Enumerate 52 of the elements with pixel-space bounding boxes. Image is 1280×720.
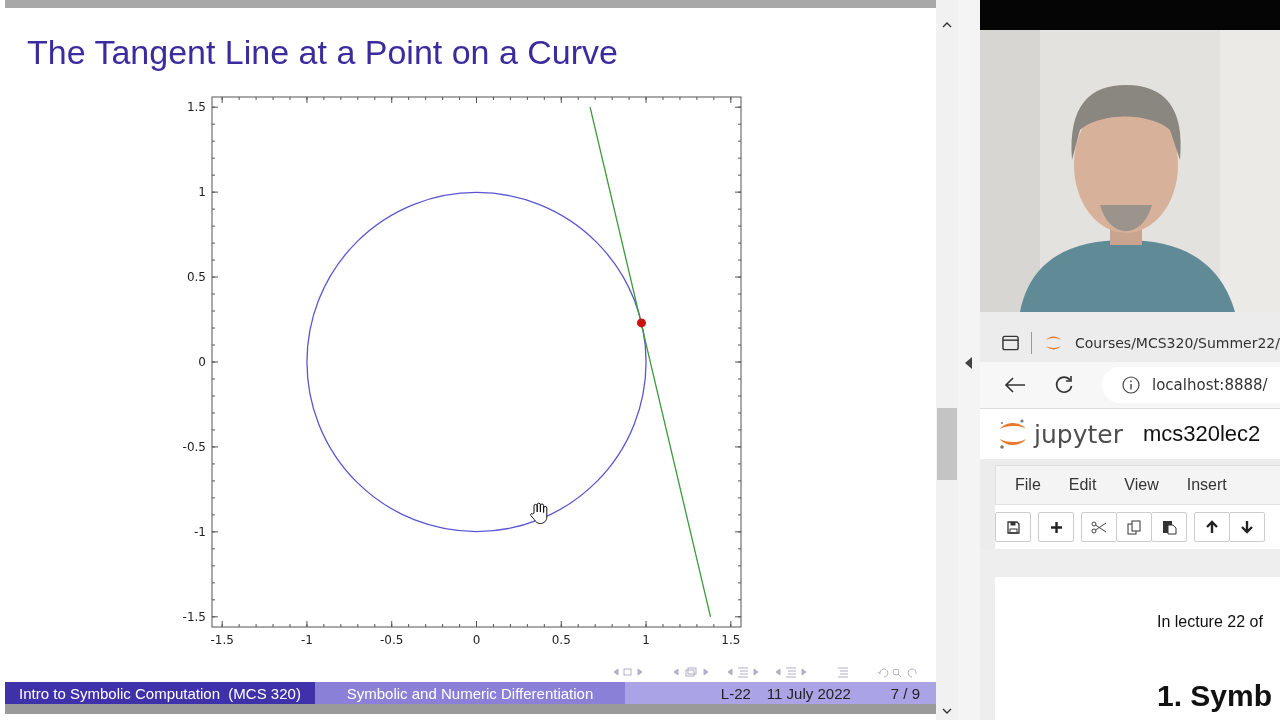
y-tick-label: -0.5 (182, 439, 206, 454)
scroll-down-icon[interactable] (942, 708, 952, 714)
scroll-up-icon[interactable] (942, 22, 952, 28)
menu-item[interactable]: Edit (1068, 476, 1097, 494)
info-icon (1122, 376, 1140, 394)
cut-button[interactable] (1081, 512, 1117, 542)
footer-lecture: L-22 (720, 684, 751, 702)
plus-icon (1049, 520, 1063, 534)
footer-topic: Symbolic and Numeric Differentiation (315, 682, 625, 704)
jupyter-wordmark: jupyter (1034, 419, 1123, 449)
collapse-left-icon[interactable] (965, 357, 973, 369)
y-tick-label: -1.5 (182, 609, 206, 624)
notebook-heading: 1. Symb (1157, 679, 1274, 713)
footer-page-number: 7 / 9 (890, 684, 920, 702)
x-tick-label: -1 (300, 633, 313, 647)
move-up-button[interactable] (1194, 512, 1230, 542)
y-tick-label: 1 (198, 185, 206, 200)
copy-icon (1126, 519, 1142, 535)
address-field[interactable]: localhost:8888/ (1102, 367, 1280, 403)
paste-icon (1161, 519, 1177, 535)
menu-item[interactable]: Insert (1186, 476, 1227, 494)
hand-cursor-icon (530, 502, 548, 524)
slide-title: The Tangent Line at a Point on a Curve (27, 32, 619, 73)
back-icon[interactable] (1004, 376, 1026, 394)
x-tick-label: 1.5 (721, 633, 741, 647)
down-arrow-icon (1240, 520, 1254, 534)
scrollbar-thumb[interactable] (937, 408, 957, 480)
y-tick-label: 1.5 (186, 100, 206, 115)
notebook-text: In lecture 22 of (1157, 613, 1264, 631)
paste-button[interactable] (1151, 512, 1187, 542)
menu-item[interactable]: File (1015, 476, 1041, 494)
scrollbar[interactable] (936, 0, 958, 720)
x-tick-label: 1 (642, 633, 650, 647)
save-button[interactable] (995, 512, 1031, 542)
x-tick-label: 0 (472, 633, 481, 647)
x-tick-label: 0.5 (551, 633, 571, 647)
y-tick-label: 0.5 (186, 270, 206, 285)
scissors-icon (1091, 520, 1107, 534)
y-tick-label: 0 (198, 355, 206, 369)
up-arrow-icon (1205, 520, 1219, 534)
y-tick-label: -1 (194, 524, 206, 539)
add-cell-button[interactable] (1038, 512, 1074, 542)
notebook-name[interactable]: mcs320lec2 (1142, 421, 1261, 447)
browser-tab-title[interactable]: Courses/MCS320/Summer22/ (1075, 335, 1280, 351)
tab-panel-icon[interactable] (1002, 335, 1020, 351)
move-down-button[interactable] (1229, 512, 1265, 542)
footer-course: Intro to Symbolic Computation (MCS 320) (5, 682, 315, 704)
x-tick-label: -1.5 (210, 633, 234, 647)
x-tick-label: -0.5 (380, 633, 404, 647)
reload-icon[interactable] (1054, 375, 1074, 395)
footer-date: 11 July 2022 (766, 684, 851, 702)
menu-item[interactable]: View (1124, 476, 1159, 494)
